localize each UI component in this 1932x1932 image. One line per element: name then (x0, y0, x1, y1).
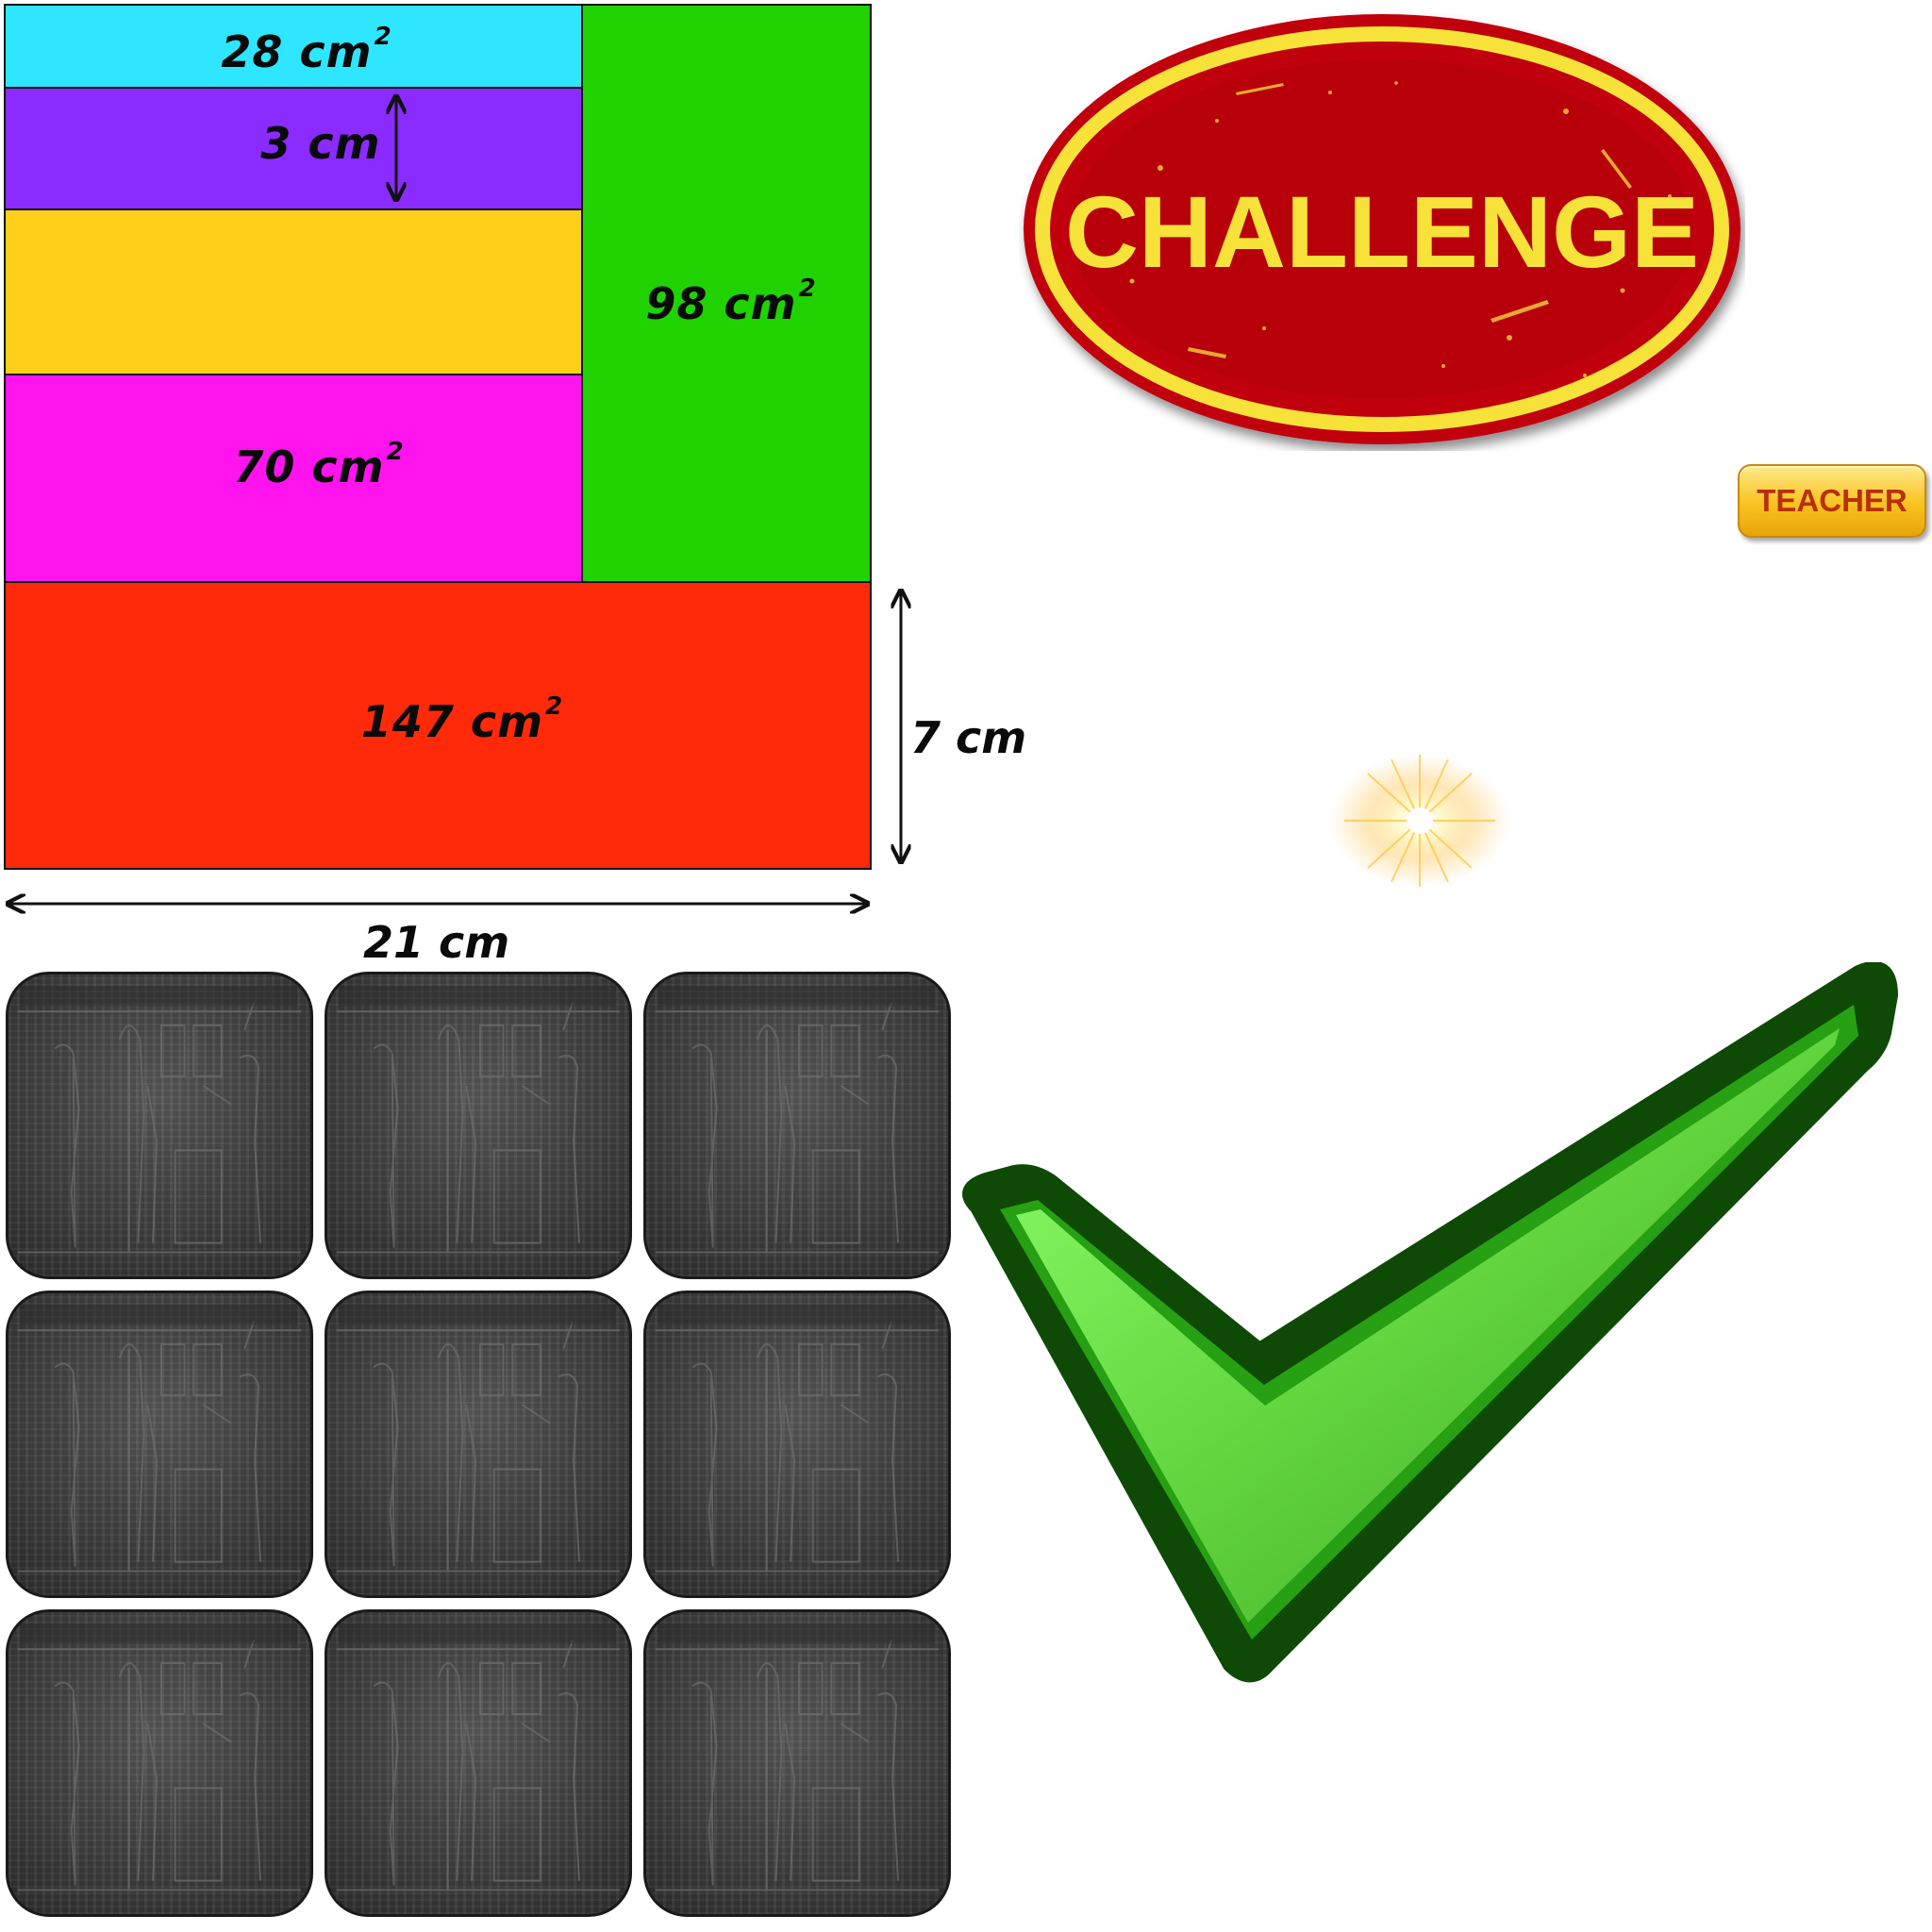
sparkle-icon (1325, 745, 1514, 896)
stone-tile[interactable] (643, 972, 951, 1279)
stone-tile[interactable] (6, 972, 313, 1279)
challenge-badge: CHALLENGE (1019, 8, 1745, 451)
stone-tile[interactable] (325, 1609, 632, 1917)
stone-tile[interactable] (643, 1609, 951, 1917)
challenge-text: CHALLENGE (1065, 175, 1699, 289)
teacher-button[interactable]: TEACHER (1738, 464, 1926, 538)
stone-tile[interactable] (643, 1291, 951, 1598)
stone-tile[interactable] (6, 1609, 313, 1917)
checkmark-icon (948, 961, 1910, 1698)
stone-tile[interactable] (325, 972, 632, 1279)
stone-tile[interactable] (6, 1291, 313, 1598)
stone-tile[interactable] (325, 1291, 632, 1598)
